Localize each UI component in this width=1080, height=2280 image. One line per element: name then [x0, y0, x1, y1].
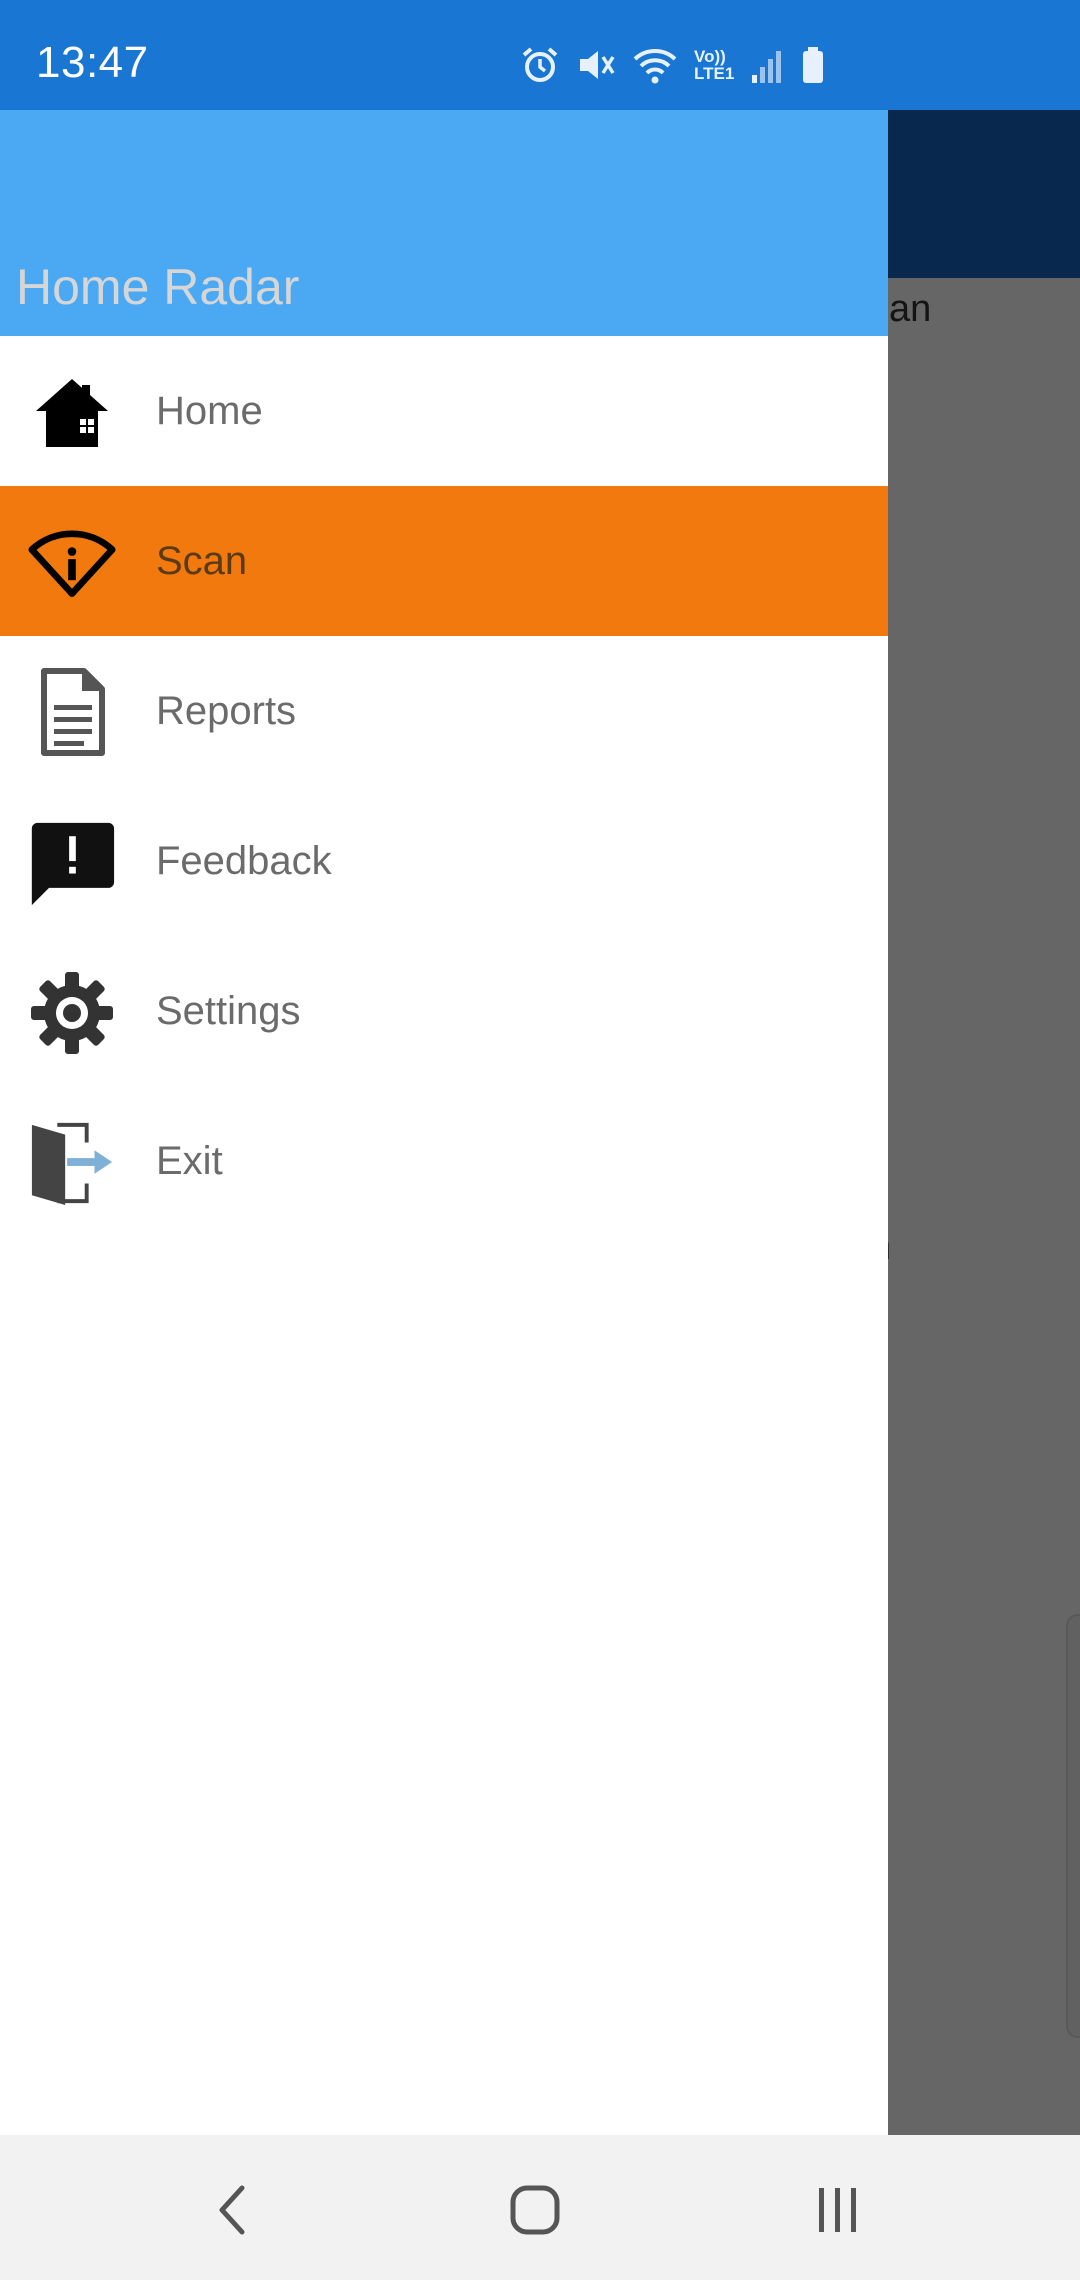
- volte-top-label: Vo)): [694, 47, 726, 66]
- volte-bottom-label: LTE1: [694, 64, 735, 83]
- status-time: 13:47: [36, 38, 149, 87]
- alarm-icon: [520, 45, 560, 85]
- radar-scan-icon: [28, 519, 116, 607]
- recents-icon[interactable]: [798, 2175, 878, 2245]
- feedback-icon: [28, 819, 116, 907]
- wifi-icon: [632, 45, 678, 85]
- menu-item-settings[interactable]: Settings: [0, 936, 888, 1086]
- menu-item-label: Settings: [156, 988, 301, 1033]
- drawer-title: Home Radar: [16, 259, 300, 315]
- gear-icon: [28, 969, 116, 1057]
- battery-icon: [800, 45, 826, 85]
- home-icon: [28, 369, 116, 457]
- menu-item-label: Home: [156, 388, 263, 433]
- menu-item-label: Feedback: [156, 838, 332, 883]
- status-bar: 13:47 Vo)) LTE1: [0, 0, 1080, 110]
- back-icon[interactable]: [192, 2175, 272, 2245]
- system-nav-bar: [0, 2135, 1080, 2280]
- exit-door-icon: [28, 1119, 116, 1207]
- menu-item-label: Exit: [156, 1138, 223, 1183]
- menu-item-label: Reports: [156, 688, 297, 733]
- drawer-menu: Home Scan Reports Feedback Settings Exit: [0, 336, 888, 1236]
- document-icon: [28, 668, 116, 757]
- navigation-drawer: Home Radar Home Scan Reports Feedback Se…: [0, 110, 888, 2135]
- menu-item-home[interactable]: Home: [0, 336, 888, 486]
- menu-item-label: Scan: [156, 538, 248, 583]
- menu-item-reports[interactable]: Reports: [0, 636, 888, 786]
- status-icons: Vo)) LTE1: [520, 44, 826, 86]
- drawer-header: Home Radar: [0, 110, 888, 336]
- mute-icon: [576, 45, 616, 85]
- volte-icon: Vo)) LTE1: [694, 48, 734, 82]
- home-circle-icon[interactable]: [495, 2175, 575, 2245]
- menu-item-scan[interactable]: Scan: [0, 486, 888, 636]
- menu-item-feedback[interactable]: Feedback: [0, 786, 888, 936]
- signal-icon: [750, 45, 784, 85]
- menu-item-exit[interactable]: Exit: [0, 1086, 888, 1236]
